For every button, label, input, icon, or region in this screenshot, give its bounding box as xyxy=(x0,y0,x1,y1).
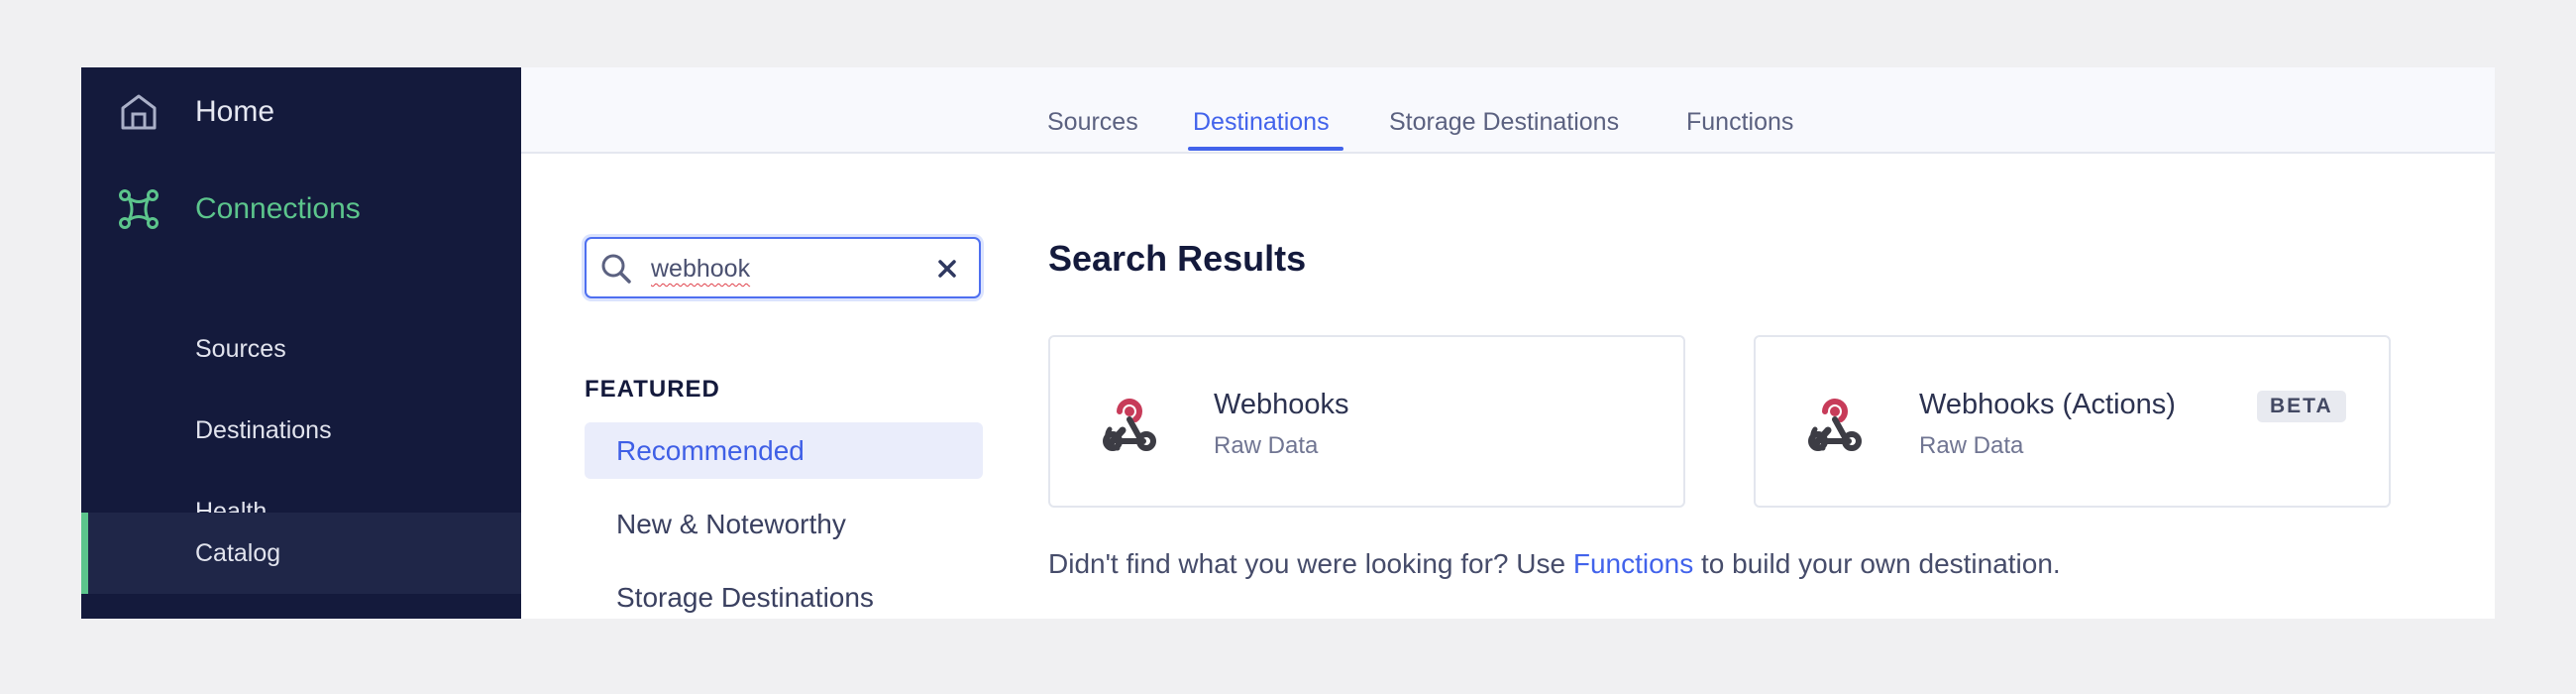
not-found-note: Didn't find what you were looking for? U… xyxy=(1048,548,2061,580)
category-item-new-noteworthy[interactable]: New & Noteworthy xyxy=(585,496,983,552)
category-item-recommended[interactable]: Recommended xyxy=(585,422,983,479)
sidebar-item-home[interactable]: Home xyxy=(81,82,521,142)
note-text-before: Didn't find what you were looking for? U… xyxy=(1048,548,1573,579)
search-input[interactable]: webhook xyxy=(585,237,981,298)
sidebar-item-label: Connections xyxy=(195,192,361,225)
tab-destinations[interactable]: Destinations xyxy=(1193,108,1330,137)
sidebar-item-connections[interactable]: Connections xyxy=(81,179,521,239)
note-text-after: to build your own destination. xyxy=(1693,548,2061,579)
category-item-storage-destinations[interactable]: Storage Destinations xyxy=(585,569,983,619)
close-icon[interactable] xyxy=(937,259,957,279)
sidebar-item-label: Sources xyxy=(195,334,286,363)
card-subtitle: Raw Data xyxy=(1214,432,1319,459)
featured-heading: FEATURED xyxy=(585,376,720,403)
beta-badge: BETA xyxy=(2257,391,2346,422)
app-window: Home Connections Sources Destinations He… xyxy=(81,67,2495,619)
main-content: Sources Destinations Storage Destination… xyxy=(521,67,2495,619)
destination-card-webhooks[interactable]: Webhooks Raw Data xyxy=(1048,335,1685,508)
sidebar-item-catalog[interactable]: Catalog xyxy=(81,513,521,594)
category-label: Recommended xyxy=(616,435,805,466)
home-icon xyxy=(121,94,157,130)
sidebar-item-destinations[interactable]: Destinations xyxy=(81,390,521,471)
search-icon xyxy=(601,254,631,284)
card-title: Webhooks xyxy=(1214,389,1349,420)
sidebar: Home Connections Sources Destinations He… xyxy=(81,67,521,619)
functions-link[interactable]: Functions xyxy=(1573,548,1693,579)
tab-bar: Sources Destinations Storage Destination… xyxy=(521,67,2495,154)
sidebar-item-label: Catalog xyxy=(195,538,281,567)
webhook-icon xyxy=(1808,399,1862,451)
tab-sources[interactable]: Sources xyxy=(1047,108,1138,137)
sidebar-item-label: Destinations xyxy=(195,415,332,444)
webhook-icon xyxy=(1103,399,1156,451)
card-title: Webhooks (Actions) xyxy=(1919,389,2176,420)
card-subtitle: Raw Data xyxy=(1919,432,2024,459)
category-label: New & Noteworthy xyxy=(616,509,846,539)
search-value: webhook xyxy=(651,255,751,283)
tab-functions[interactable]: Functions xyxy=(1686,108,1793,137)
tab-storage-destinations[interactable]: Storage Destinations xyxy=(1389,108,1619,137)
destination-card-webhooks-actions[interactable]: Webhooks (Actions) Raw Data BETA xyxy=(1754,335,2391,508)
sidebar-item-sources[interactable]: Sources xyxy=(81,308,521,390)
results-title: Search Results xyxy=(1048,238,1307,279)
sidebar-item-label: Home xyxy=(195,95,275,128)
category-label: Storage Destinations xyxy=(616,582,874,613)
connections-icon xyxy=(119,189,159,229)
active-indicator xyxy=(81,513,88,594)
active-tab-indicator xyxy=(1188,147,1343,151)
